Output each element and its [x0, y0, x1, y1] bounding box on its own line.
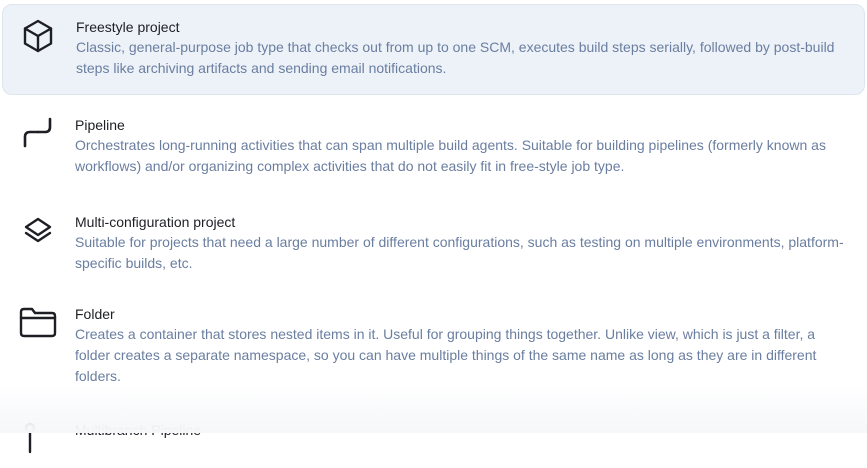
job-type-text: Pipeline Orchestrates long-running activ…	[75, 116, 851, 177]
job-type-name: Folder	[75, 306, 115, 322]
job-type-description: Creates a container that stores nested i…	[75, 326, 817, 384]
job-type-folder[interactable]: Folder Creates a container that stores n…	[2, 292, 865, 398]
job-type-description: Classic, general-purpose job type that c…	[76, 39, 835, 76]
cube-icon	[18, 16, 58, 56]
job-type-description: Suitable for projects that need a large …	[75, 234, 844, 271]
job-type-name: Multi-configuration project	[75, 214, 236, 230]
job-type-text: Multi-configuration project Suitable for…	[75, 213, 851, 274]
layers-icon	[18, 210, 58, 250]
pipeline-icon	[18, 113, 58, 153]
job-type-freestyle-project[interactable]: Freestyle project Classic, general-purpo…	[2, 4, 865, 95]
job-type-text: Multibranch Pipeline	[75, 421, 851, 440]
folder-icon	[18, 302, 58, 342]
job-type-name: Multibranch Pipeline	[75, 422, 202, 438]
job-type-name: Freestyle project	[76, 19, 180, 35]
job-type-description: Orchestrates long-running activities tha…	[75, 137, 826, 174]
job-type-multi-configuration-project[interactable]: Multi-configuration project Suitable for…	[2, 200, 865, 284]
job-type-name: Pipeline	[75, 117, 125, 133]
job-type-text: Freestyle project Classic, general-purpo…	[76, 18, 850, 79]
job-type-pipeline[interactable]: Pipeline Orchestrates long-running activ…	[2, 104, 865, 190]
branch-icon	[18, 418, 58, 458]
job-type-text: Folder Creates a container that stores n…	[75, 305, 851, 387]
job-type-multibranch-pipeline[interactable]: Multibranch Pipeline	[2, 408, 865, 468]
job-type-list: Freestyle project Classic, general-purpo…	[0, 0, 867, 454]
